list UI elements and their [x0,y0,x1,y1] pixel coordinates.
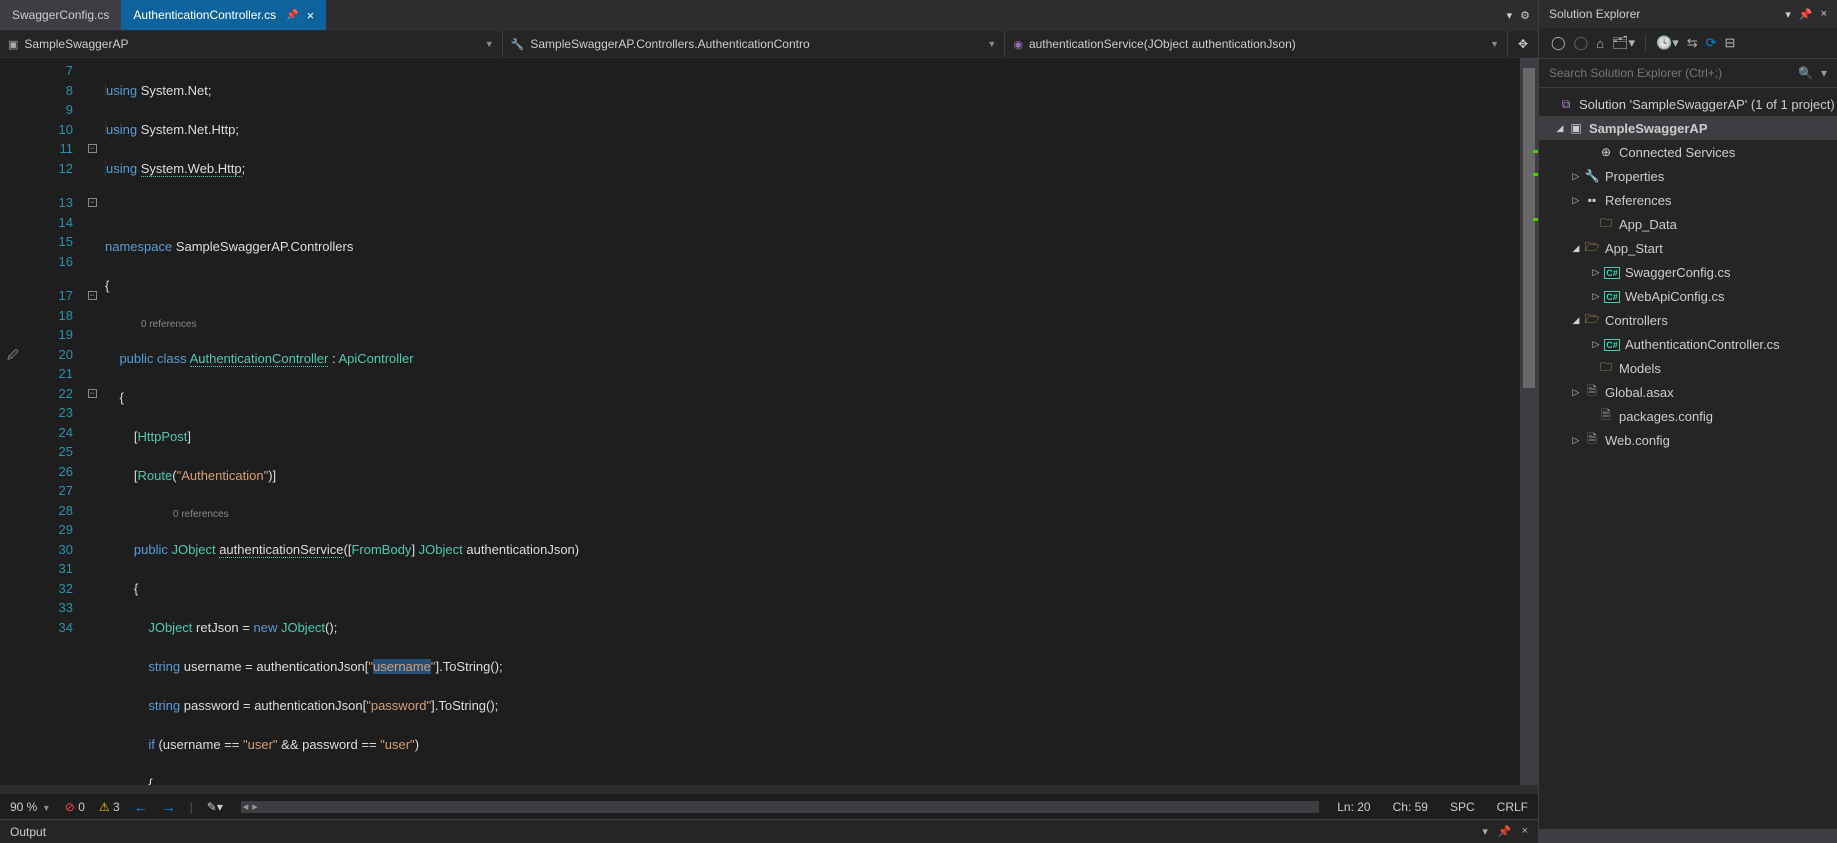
tree-item-swaggerconfig[interactable]: ▷C#SwaggerConfig.cs [1539,260,1837,284]
connected-services-icon: ⊕ [1597,145,1615,159]
line-gutter: 78910 1112 13141516 171819 20🖉 21222324 … [0,58,85,785]
code-editor[interactable]: 78910 1112 13141516 171819 20🖉 21222324 … [0,58,1538,785]
fold-column: − − − − [85,58,99,785]
close-icon[interactable]: × [307,8,315,23]
close-icon[interactable]: × [1522,825,1528,838]
collapse-all-icon[interactable]: ⊟ [1725,35,1736,51]
csharp-file-icon: C# [1603,289,1621,303]
csharp-project-icon: ▣ [1567,121,1585,135]
class-icon: 🔧 [511,38,525,51]
cursor-line: Ln: 20 [1337,800,1370,814]
codelens-references[interactable]: 0 references [105,505,1520,520]
codelens-references[interactable]: 0 references [105,315,1520,330]
fold-toggle[interactable]: − [88,389,97,398]
references-icon: ▪▪ [1583,193,1601,207]
solution-explorer-title[interactable]: Solution Explorer ▾ 📌 × [1539,0,1837,28]
tree-item-packages[interactable]: 🗎packages.config [1539,404,1837,428]
nav-project-dropdown[interactable]: ▣ SampleSwaggerAP▼ [0,31,503,57]
switch-views-icon[interactable]: 🗂▾ [1612,35,1635,51]
gear-icon[interactable]: ⚙ [1520,9,1530,22]
folder-icon: 🗀 [1597,358,1615,379]
zoom-level[interactable]: 90 % ▼ [10,800,51,814]
panel-dropdown-icon[interactable]: ▾ [1785,8,1791,21]
output-panel-header[interactable]: Output ▾ 📌 × [0,819,1538,843]
tree-item-connected-services[interactable]: ⊕Connected Services [1539,140,1837,164]
search-icon[interactable]: 🔍 [1798,66,1813,80]
fold-toggle[interactable]: − [88,291,97,300]
fold-toggle[interactable]: − [88,198,97,207]
solution-explorer-search[interactable]: 🔍 ▾ [1539,58,1837,88]
folder-open-icon: 🗁 [1583,238,1601,259]
chevron-down-icon[interactable]: ▾ [1821,66,1827,80]
method-icon: ◉ [1013,38,1023,51]
brush-icon[interactable]: ✎▾ [207,800,223,814]
horizontal-scrollbar[interactable] [241,801,1319,813]
editor-status-bar: 90 % ▼ ⊘ 0 ⚠ 3 ← → | ✎▾ Ln: 20 Ch: 59 SP… [0,793,1538,819]
tab-authcontroller[interactable]: AuthenticationController.cs 📌 × [121,0,326,30]
error-count[interactable]: ⊘ 0 [65,800,85,814]
pin-icon[interactable]: 📌 [1498,825,1512,838]
pin-icon[interactable]: 📌 [1799,8,1813,21]
editor-splitter[interactable] [0,785,1538,793]
quick-action-icon[interactable]: 🖉 [7,347,19,367]
refresh-icon[interactable]: ⟳ [1706,35,1717,51]
indent-mode[interactable]: SPC [1450,800,1475,814]
nav-back-icon[interactable]: ← [134,799,148,815]
tree-item-appstart[interactable]: ◢🗁App_Start [1539,236,1837,260]
csharp-file-icon: C# [1603,337,1621,351]
vertical-scrollbar[interactable] [1520,58,1538,785]
wrench-icon: 🔧 [1583,169,1601,183]
tree-item-webapiconfig[interactable]: ▷C#WebApiConfig.cs [1539,284,1837,308]
tree-item-models[interactable]: 🗀Models [1539,356,1837,380]
code-content[interactable]: using System.Net; using System.Net.Http;… [99,58,1520,785]
tab-bar: SwaggerConfig.cs AuthenticationControlle… [0,0,1538,30]
solution-explorer-hscroll[interactable] [1539,829,1837,843]
history-icon[interactable]: 🕓▾ [1656,35,1679,51]
tab-dropdown-icon[interactable]: ▾ [1507,9,1513,22]
project-node[interactable]: ◢▣SampleSwaggerAP [1539,116,1837,140]
tab-swaggerconfig[interactable]: SwaggerConfig.cs [0,0,121,30]
home-icon[interactable]: ⌂ [1596,36,1604,51]
folder-open-icon: 🗁 [1583,310,1601,331]
navigation-bar: ▣ SampleSwaggerAP▼ 🔧 SampleSwaggerAP.Con… [0,30,1538,58]
close-icon[interactable]: × [1821,8,1827,21]
nav-class-dropdown[interactable]: 🔧 SampleSwaggerAP.Controllers.Authentica… [503,31,1006,57]
config-file-icon: 🗎 [1583,430,1601,451]
nav-forward-icon[interactable]: ◯ [1574,35,1589,51]
tree-item-references[interactable]: ▷▪▪References [1539,188,1837,212]
folder-icon: 🗀 [1597,214,1615,235]
nav-back-icon[interactable]: ◯ [1551,35,1566,51]
solution-explorer-toolbar: ◯ ◯ ⌂ 🗂▾ 🕓▾ ⇆ ⟳ ⊟ [1539,28,1837,58]
asax-file-icon: 🗎 [1583,382,1601,403]
solution-node[interactable]: ⧉Solution 'SampleSwaggerAP' (1 of 1 proj… [1539,92,1837,116]
pin-icon[interactable]: 📌 [286,10,298,21]
csharp-file-icon: C# [1603,265,1621,279]
nav-forward-icon[interactable]: → [162,799,176,815]
tree-item-properties[interactable]: ▷🔧Properties [1539,164,1837,188]
tree-item-appdata[interactable]: 🗀App_Data [1539,212,1837,236]
cursor-char: Ch: 59 [1393,800,1428,814]
csharp-project-icon: ▣ [8,38,18,51]
solution-tree[interactable]: ⧉Solution 'SampleSwaggerAP' (1 of 1 proj… [1539,88,1837,829]
solution-explorer: Solution Explorer ▾ 📌 × ◯ ◯ ⌂ 🗂▾ 🕓▾ ⇆ ⟳ … [1538,0,1837,843]
fold-toggle[interactable]: − [88,144,97,153]
search-input[interactable] [1545,62,1794,84]
tree-item-global[interactable]: ▷🗎Global.asax [1539,380,1837,404]
sync-icon[interactable]: ⇆ [1687,35,1698,51]
warning-count[interactable]: ⚠ 3 [99,800,120,814]
nav-method-dropdown[interactable]: ◉ authenticationService(JObject authenti… [1005,31,1508,57]
line-ending[interactable]: CRLF [1497,800,1528,814]
panel-dropdown-icon[interactable]: ▾ [1482,825,1488,838]
split-editor-icon[interactable]: ✥ [1508,31,1538,57]
tree-item-authcontroller[interactable]: ▷C#AuthenticationController.cs [1539,332,1837,356]
tree-item-controllers[interactable]: ◢🗁Controllers [1539,308,1837,332]
solution-icon: ⧉ [1557,97,1575,112]
tree-item-webconfig[interactable]: ▷🗎Web.config [1539,428,1837,452]
config-file-icon: 🗎 [1597,406,1615,427]
